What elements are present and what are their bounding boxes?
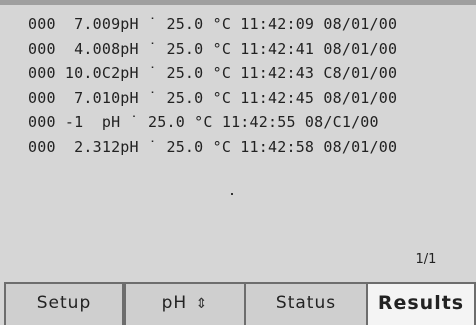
tab-status[interactable]: Status (244, 282, 368, 325)
tab-results[interactable]: Results (366, 282, 476, 325)
log-row[interactable]: 000 10.0C2pH ˙ 25.0 °C 11:42:43 C8/01/00 (28, 61, 468, 86)
tab-status-label: Status (275, 293, 337, 313)
log-row[interactable]: 000 2.312pH ˙ 25.0 °C 11:42:58 08/01/00 (28, 135, 468, 160)
log-row[interactable]: 000 -1 pH ˙ 25.0 °C 11:42:55 08/C1/00 (28, 110, 468, 135)
tab-ph[interactable]: pH ⇕ (124, 282, 246, 325)
tab-results-label: Results (377, 292, 465, 314)
up-down-arrow-icon: ⇕ (195, 296, 209, 312)
tab-ph-label: pH (161, 293, 188, 313)
top-border (0, 0, 476, 5)
tab-bar: Setup pH ⇕ Status Results (0, 282, 476, 325)
tab-setup-label: Setup (36, 293, 92, 313)
log-row[interactable]: 000 7.010pH ˙ 25.0 °C 11:42:45 08/01/00 (28, 86, 468, 111)
tab-setup[interactable]: Setup (4, 282, 124, 325)
page-indicator: 1/1 (415, 252, 437, 267)
log-row[interactable]: 000 7.009pH ˙ 25.0 °C 11:42:09 08/01/00 (28, 12, 468, 37)
log-row[interactable]: 000 4.008pH ˙ 25.0 °C 11:42:41 08/01/00 (28, 37, 468, 62)
meter-screen: 000 7.009pH ˙ 25.0 °C 11:42:09 08/01/00 … (0, 0, 476, 325)
results-log: 000 7.009pH ˙ 25.0 °C 11:42:09 08/01/00 … (28, 12, 468, 159)
screen-artifact-dot (231, 193, 233, 195)
